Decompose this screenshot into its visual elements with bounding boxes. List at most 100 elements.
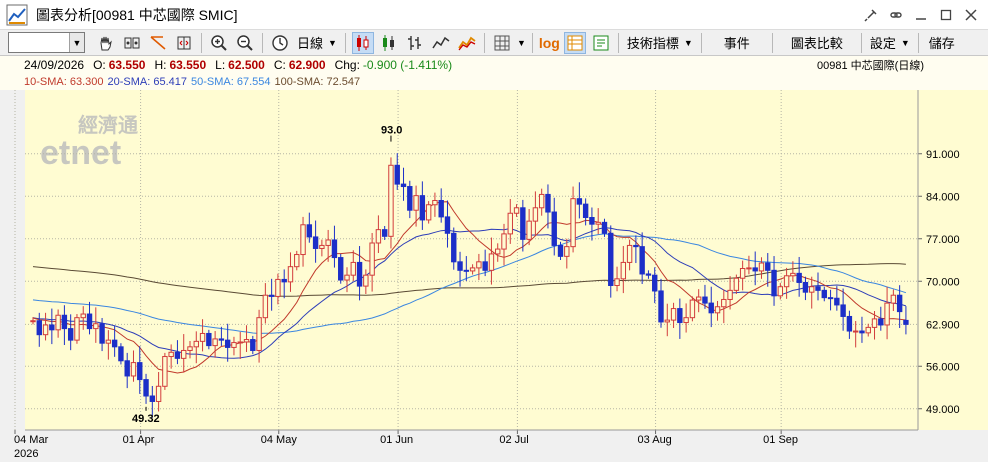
candle-body	[626, 244, 633, 263]
grid-dropdown[interactable]: ▼	[515, 32, 528, 54]
candle-body	[61, 314, 68, 330]
candle-body	[162, 356, 168, 387]
candle-body	[677, 308, 683, 324]
candle-body	[42, 324, 49, 336]
candle-body	[469, 267, 476, 272]
candle-body	[878, 318, 884, 326]
symbol-combo[interactable]: ▼	[8, 32, 85, 53]
candle-body	[281, 278, 287, 283]
candle-body	[457, 261, 463, 271]
candle-body	[633, 244, 639, 248]
toolbar-separator	[201, 32, 202, 53]
candle[interactable]	[118, 343, 124, 365]
trendline-icon[interactable]	[147, 32, 169, 54]
candle-body	[683, 317, 689, 324]
candlestick-hollow-icon[interactable]	[378, 32, 400, 54]
area-chart-icon[interactable]	[456, 32, 478, 54]
info-date: 24/09/2026	[24, 58, 85, 72]
hand-pan-icon[interactable]	[95, 32, 117, 54]
chart-area[interactable]: 經濟通 etnet 93.0 49.32 91.000 84.000 77.000 70…	[0, 90, 988, 462]
candle-body	[714, 306, 721, 314]
candle[interactable]	[74, 314, 80, 344]
candle-body	[840, 304, 846, 317]
candle[interactable]	[162, 352, 168, 390]
fit-icon[interactable]	[173, 32, 195, 54]
toolbar-separator	[700, 32, 702, 53]
candle-body	[93, 323, 99, 330]
candle-body	[827, 297, 834, 300]
candle-body	[658, 290, 664, 323]
candle-body	[331, 239, 338, 259]
pin-icon[interactable]	[860, 4, 882, 26]
candle-body	[582, 203, 589, 219]
sma20-legend: 20-SMA: 65.417	[107, 76, 188, 88]
candle-body	[275, 278, 281, 297]
candle-body	[256, 317, 262, 351]
link-icon[interactable]	[885, 4, 907, 26]
candle-body	[645, 273, 652, 276]
candle-body	[250, 339, 256, 351]
candle-body	[463, 269, 470, 272]
compare-button[interactable]: 圖表比較	[777, 32, 857, 54]
export-icon[interactable]	[590, 32, 612, 54]
candlestick-chart-icon[interactable]	[351, 31, 374, 54]
candle-body	[557, 244, 564, 257]
candle[interactable]	[425, 201, 432, 224]
ohlc-bar-icon[interactable]	[404, 32, 426, 54]
candle[interactable]	[388, 157, 394, 249]
candle-body	[576, 198, 583, 205]
candle-body	[381, 229, 388, 237]
candle-body	[287, 266, 294, 283]
candle-body	[224, 339, 231, 348]
log-scale-button[interactable]: log	[537, 32, 562, 54]
candle-body	[168, 351, 174, 358]
candle-body	[67, 328, 74, 341]
candle-body	[212, 338, 218, 347]
candle-body	[783, 275, 790, 288]
settings-label: 設定	[869, 36, 896, 51]
clock-icon[interactable]	[269, 32, 291, 54]
period-dropdown[interactable]: 日線 ▼	[293, 32, 341, 54]
close-value: 62.900	[288, 58, 326, 72]
chevron-down-icon: ▼	[516, 37, 526, 48]
candle-body	[752, 267, 758, 272]
sma-legend: 10-SMA: 63.300 20-SMA: 65.417 50-SMA: 67…	[0, 74, 988, 90]
y-tick-label: 77.000	[926, 234, 960, 246]
candle-body	[896, 294, 903, 313]
candle-body	[746, 267, 752, 270]
candle-body	[526, 220, 532, 240]
toolbar: ▼ 日線 ▼ ▼ log 技術指標 ▼ 事件 圖表比較 設定 ▼ 儲存	[0, 30, 988, 56]
chevron-down-icon[interactable]: ▼	[69, 33, 84, 52]
save-button[interactable]: 儲存	[923, 32, 961, 54]
indicators-dropdown[interactable]: 技術指標 ▼	[623, 32, 697, 54]
candle-body	[733, 277, 740, 291]
crosshair-icon[interactable]	[121, 32, 143, 54]
price-chart[interactable]: 經濟通 etnet 93.049.32 91.00084.00077.00070…	[0, 90, 988, 462]
candle-body	[727, 289, 733, 300]
toolbar-separator	[344, 32, 346, 53]
settings-dropdown[interactable]: 設定 ▼	[866, 32, 914, 54]
candle-body	[570, 198, 576, 248]
candle-body	[36, 320, 42, 336]
minimize-icon[interactable]	[910, 4, 932, 26]
line-chart-icon[interactable]	[430, 32, 452, 54]
toolbar-separator	[771, 32, 773, 53]
x-tick-label: 03 Aug	[638, 434, 672, 446]
candle[interactable]	[338, 253, 344, 284]
candle-body	[482, 261, 488, 271]
candle-body	[375, 229, 382, 244]
candle-body	[777, 286, 784, 297]
table-view-icon[interactable]	[563, 31, 586, 54]
candle[interactable]	[689, 296, 696, 322]
close-icon[interactable]	[960, 4, 982, 26]
zoom-out-icon[interactable]	[234, 32, 256, 54]
events-button[interactable]: 事件	[706, 32, 768, 54]
grid-icon[interactable]	[491, 32, 513, 54]
maximize-icon[interactable]	[935, 4, 957, 26]
zoom-in-icon[interactable]	[208, 32, 230, 54]
candle-body	[488, 253, 495, 271]
candle-body	[790, 272, 796, 277]
candle-body	[388, 164, 394, 237]
candle-body	[407, 186, 413, 211]
candle-body	[432, 200, 438, 206]
